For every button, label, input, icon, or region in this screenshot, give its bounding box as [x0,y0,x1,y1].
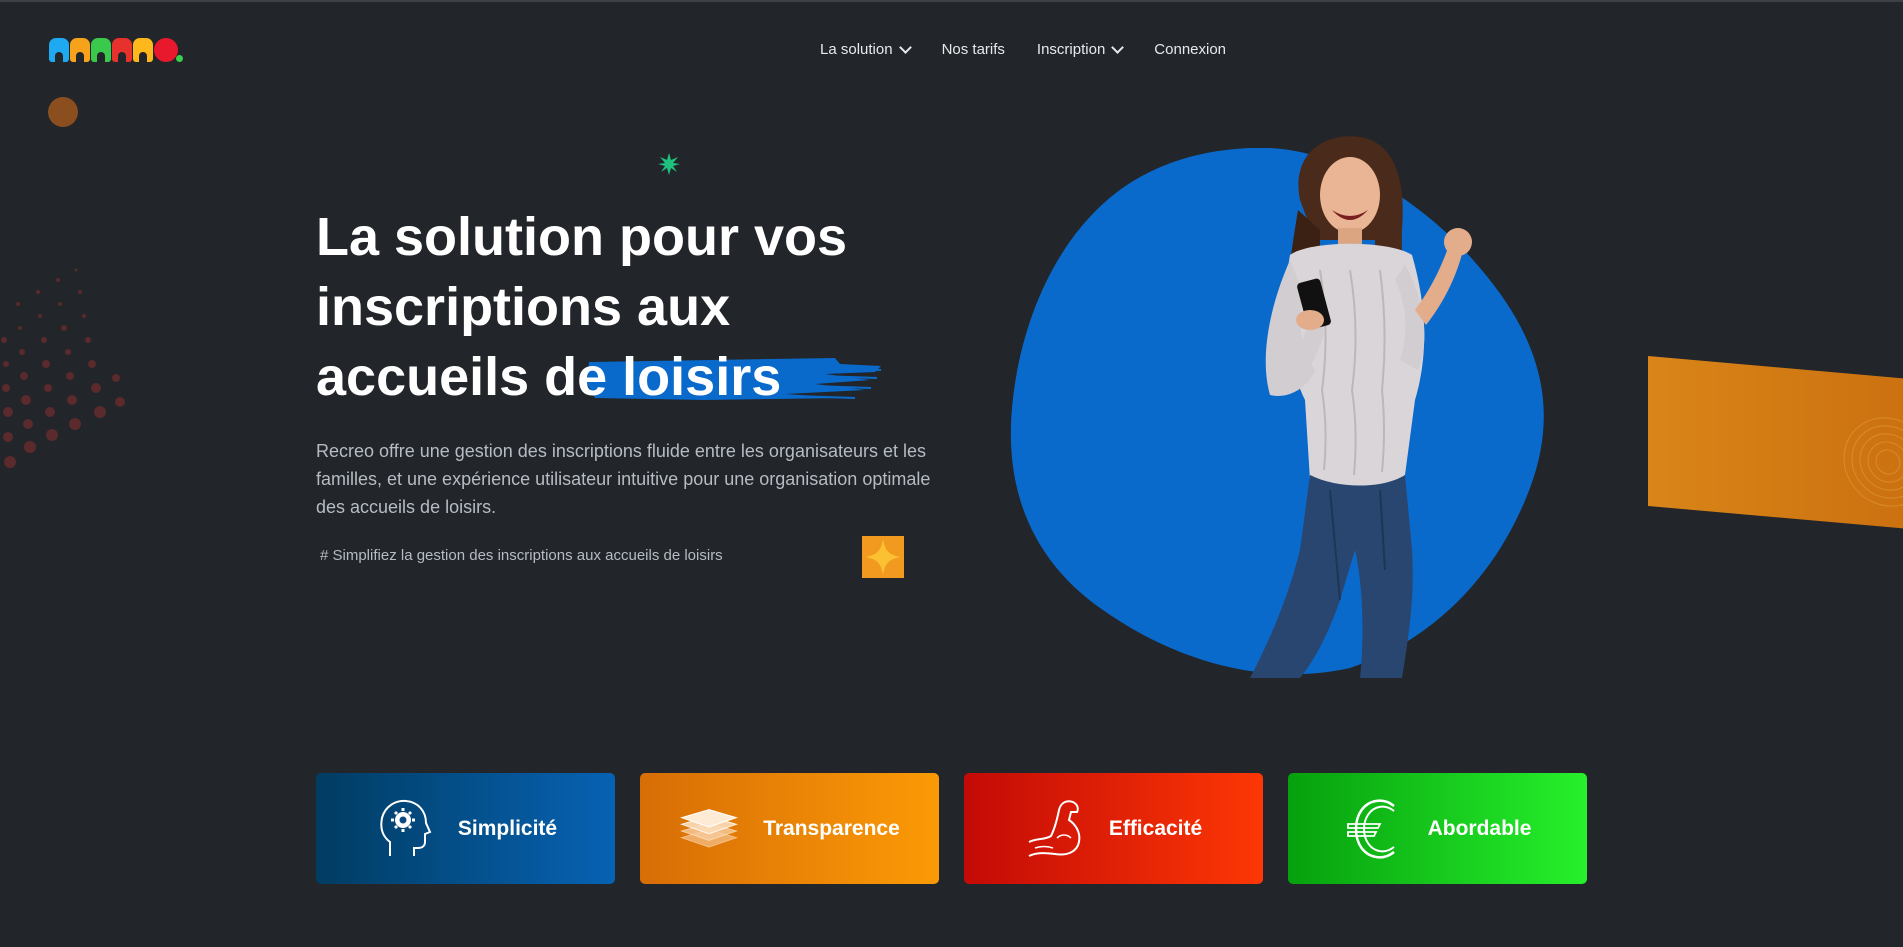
sparkle-badge [862,536,904,578]
decorative-star-icon [658,153,680,175]
feature-card-abordable[interactable]: Abordable [1288,773,1587,884]
feature-card-label: Transparence [763,816,900,840]
chevron-down-icon [898,40,912,54]
hero-title-line: inscriptions aux [316,277,731,337]
muscle-arm-icon [1025,799,1085,859]
feature-card-efficacite[interactable]: Efficacité [964,773,1263,884]
hero-tagline: # Simplifiez la gestion des inscriptions… [320,547,723,564]
feature-card-label: Abordable [1427,816,1532,840]
nav-item-label: Inscription [1036,40,1106,58]
decorative-dot-pattern [1,268,125,468]
hero-title-highlight: e loisirs [577,347,782,407]
chevron-down-icon [1111,40,1125,54]
nav-item-label: Connexion [1154,40,1227,58]
logo-letter [154,38,178,62]
recreo-logo[interactable] [49,36,183,64]
logo-dot [176,54,183,62]
sparkle-icon [865,539,901,575]
hero-title-line: accueils d [316,347,578,407]
logo-letter [70,38,90,62]
decorative-rings [1843,417,1903,507]
decorative-circle [48,97,78,127]
decorative-orange-shape [1648,356,1903,534]
feature-card-transparence[interactable]: Transparence [640,773,939,884]
head-gear-icon [374,799,434,859]
nav-item-inscription[interactable]: Inscription [1036,38,1125,60]
layers-icon [679,799,739,859]
feature-card-label: Efficacité [1108,816,1203,840]
hero-title: La solution pour vos inscriptions aux ac… [316,202,956,412]
feature-card-label: Simplicité [457,816,558,840]
nav-item-label: Nos tarifs [941,40,1005,58]
logo-letter [112,38,132,62]
nav-item-connexion[interactable]: Connexion [1154,38,1226,60]
hero-subtitle: Recreo offre une gestion des inscription… [316,441,931,517]
hero-title-line: La solution pour vos [316,207,848,267]
woman-with-phone-image [1250,136,1472,678]
nav-item-la-solution[interactable]: La solution [820,38,912,60]
nav-item-nos-tarifs[interactable]: Nos tarifs [942,38,1005,60]
logo-letter [49,38,69,62]
euro-icon [1344,798,1404,859]
main-nav: La solution Nos tarifs Inscription Conne… [820,38,1226,60]
top-border [0,0,1903,2]
nav-item-label: La solution [820,40,893,58]
feature-card-simplicite[interactable]: Simplicité [316,773,615,884]
feature-cards: Simplicité Transparence Efficacité Abord… [316,773,1587,884]
logo-letter [91,38,111,62]
logo-letter [133,38,153,62]
